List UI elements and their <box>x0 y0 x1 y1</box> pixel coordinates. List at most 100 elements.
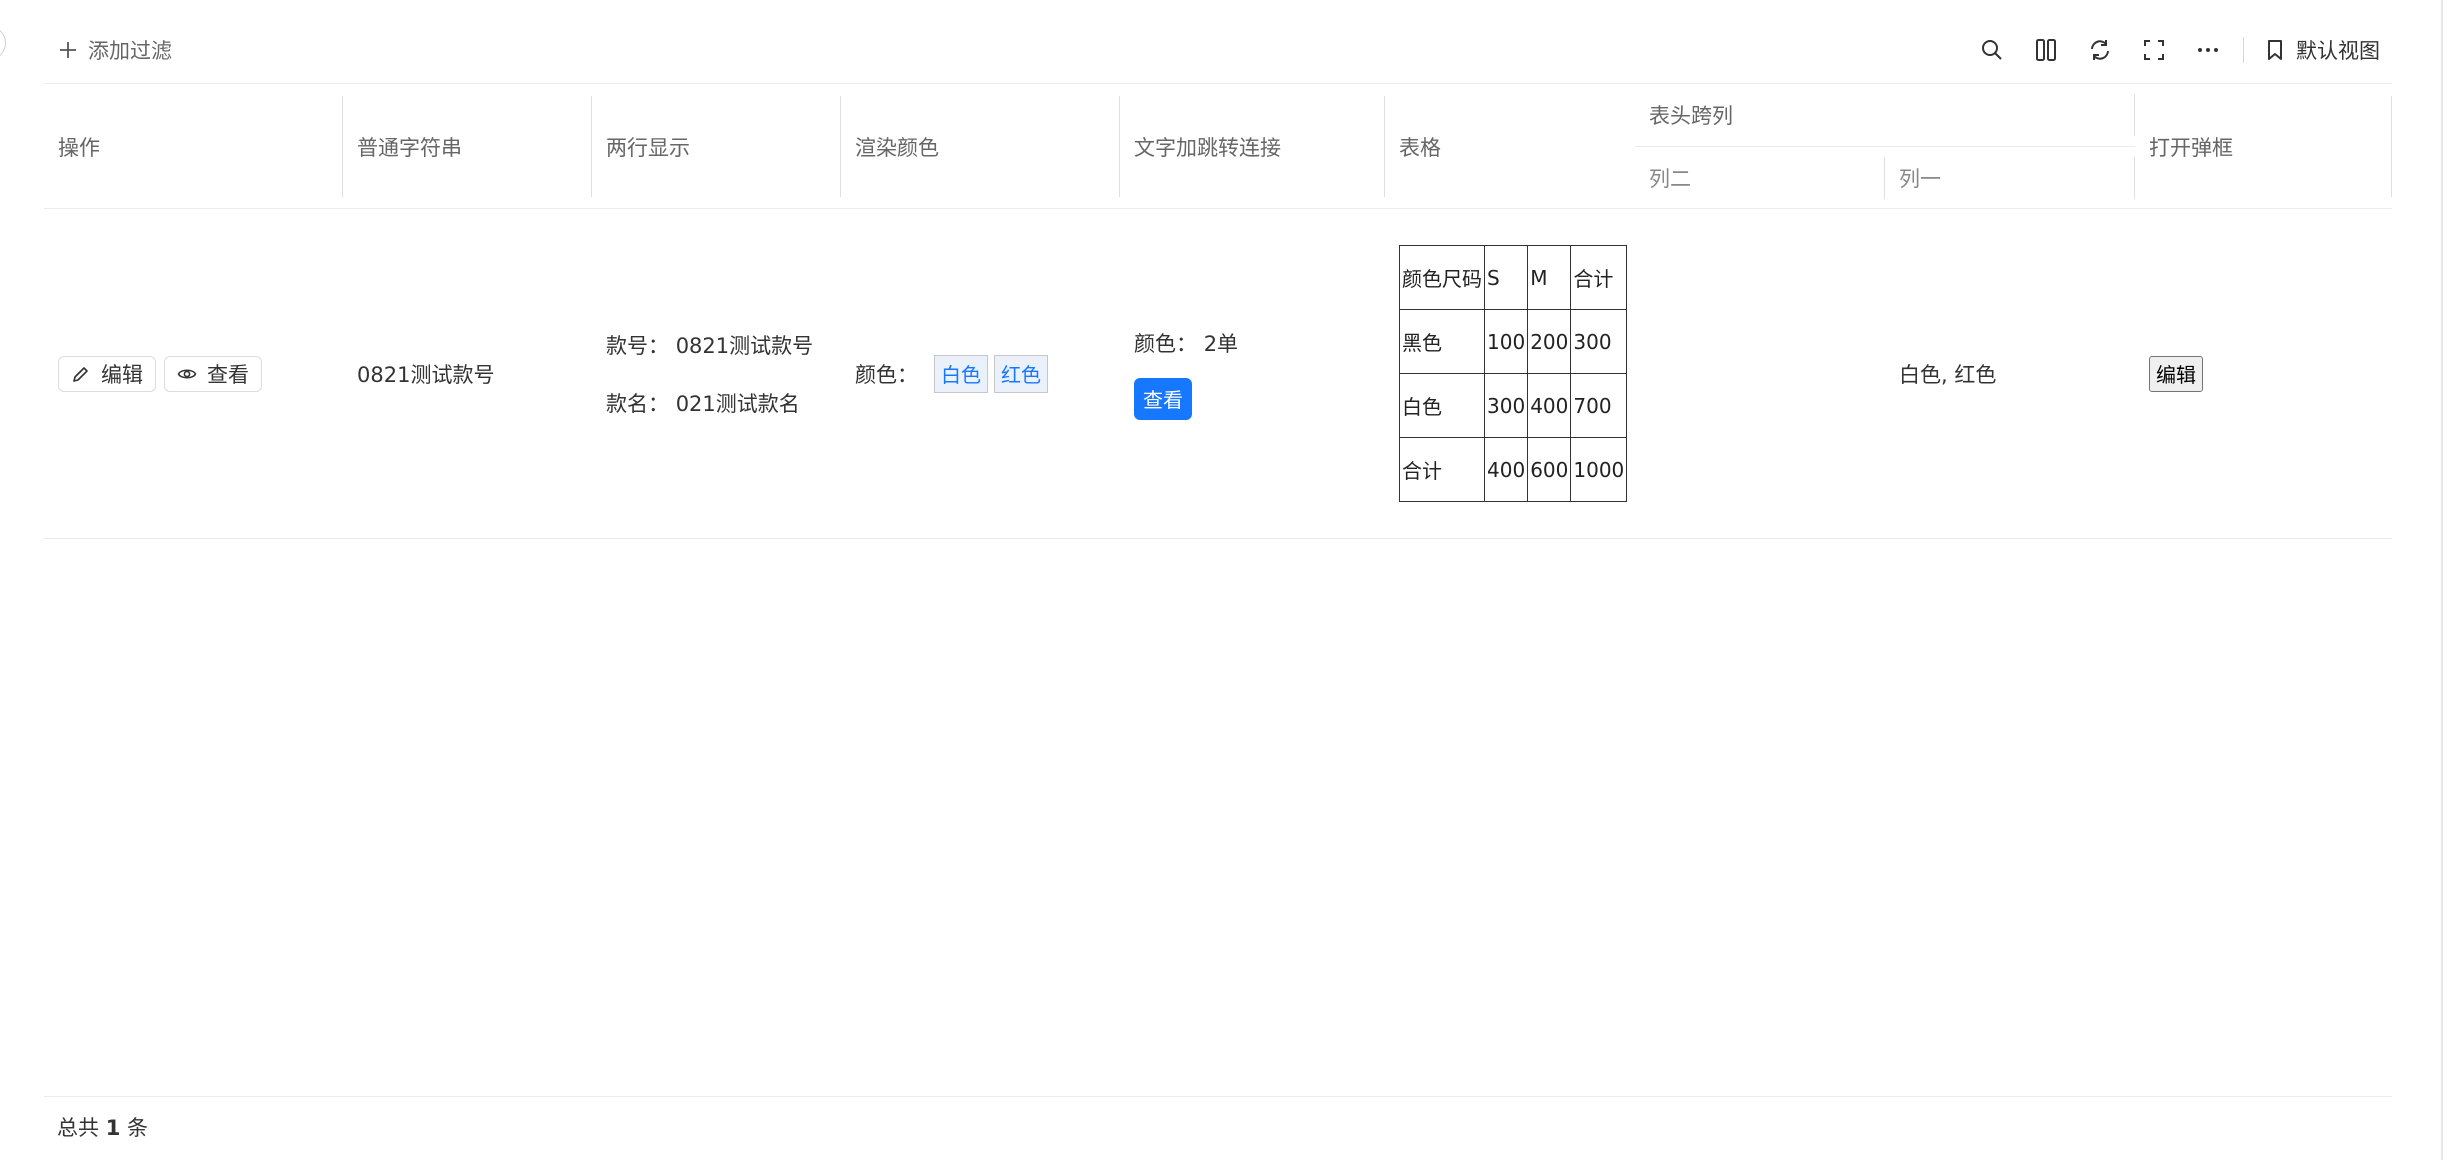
column-settings-button[interactable] <box>2019 26 2073 74</box>
view-button[interactable]: 查看 <box>164 355 262 392</box>
header-two-lines: 两行显示 <box>592 84 841 209</box>
search-icon <box>1982 40 2002 60</box>
mini-table-cell: 合计 <box>1570 245 1628 310</box>
style-number-label: 款号： <box>606 333 669 358</box>
color-tag-red[interactable]: 红色 <box>994 354 1048 393</box>
mini-table-cell: 合计 <box>1399 437 1485 502</box>
collapsed-panel-handle[interactable] <box>0 26 6 60</box>
mini-table-cell: 颜色尺码 <box>1399 245 1485 310</box>
cell-plain-string: 0821测试款号 <box>343 209 592 538</box>
header-render-color: 渲染颜色 <box>841 84 1120 209</box>
table-header: 操作 普通字符串 两行显示 渲染颜色 文字加跳转连接 表格 表头跨列 列二 列一… <box>44 83 2392 209</box>
header-col-one: 列一 <box>1885 147 2135 209</box>
total-suffix: 条 <box>127 1116 148 1140</box>
cell-two-lines: 款号： 0821测试款号 款名： 021测试款名 <box>592 209 841 538</box>
header-span-group-label: 表头跨列 <box>1649 104 1733 128</box>
toolbar-tools: 默认视图 <box>1965 26 2392 74</box>
data-table: 操作 普通字符串 两行显示 渲染颜色 文字加跳转连接 表格 表头跨列 列二 列一… <box>44 83 2392 539</box>
mini-table-cell: 400 <box>1527 373 1572 438</box>
style-name-line: 款名： 021测试款名 <box>606 388 813 418</box>
cell-op: 编辑 查看 <box>44 209 343 538</box>
bookmark-icon <box>2268 40 2282 60</box>
mini-table-cell: 100 <box>1483 309 1529 374</box>
header-col-one-label: 列一 <box>1899 167 1941 191</box>
view-link-button[interactable]: 查看 <box>1134 377 1192 420</box>
total-prefix: 总共 <box>57 1116 99 1140</box>
header-table: 表格 <box>1385 84 1635 209</box>
header-plain-string: 普通字符串 <box>343 84 592 209</box>
header-text-link: 文字加跳转连接 <box>1120 84 1385 209</box>
vertical-scrollbar[interactable] <box>2441 0 2443 1160</box>
cell-col-two <box>1635 209 1885 538</box>
header-op-label: 操作 <box>58 135 100 160</box>
mini-table-cell: 300 <box>1570 309 1628 374</box>
plain-string-value: 0821测试款号 <box>357 362 495 387</box>
footer-divider <box>44 1096 2392 1097</box>
mini-table-cell: M <box>1527 245 1572 310</box>
header-text-link-label: 文字加跳转连接 <box>1134 135 1281 160</box>
mini-table-cell: 1000 <box>1570 437 1628 502</box>
mini-table-cell: 600 <box>1527 437 1572 502</box>
cell-open-dialog: 编辑 <box>2135 209 2392 538</box>
cell-render-color: 颜色： 白色 红色 <box>841 209 1120 538</box>
mini-table-row: 颜色尺码 S M 合计 <box>1399 245 1628 310</box>
style-name-label: 款名： <box>606 391 669 416</box>
header-span-group: 表头跨列 <box>1635 84 2135 147</box>
style-name-value: 021测试款名 <box>675 391 800 416</box>
cell-table: 颜色尺码 S M 合计 黑色 100 200 300 白色 300 400 70… <box>1385 209 1635 538</box>
header-plain-string-label: 普通字符串 <box>357 135 462 160</box>
order-count-value: 2单 <box>1203 331 1239 356</box>
more-icon <box>2198 48 2218 52</box>
toolbar-divider <box>2243 37 2244 63</box>
cell-text-link: 颜色： 2单 查看 <box>1120 209 1385 538</box>
plus-icon <box>60 42 76 58</box>
style-number-line: 款号： 0821测试款号 <box>606 330 813 360</box>
fullscreen-icon <box>2144 40 2164 60</box>
color-label: 颜色： <box>855 362 918 387</box>
default-view-button[interactable]: 默认视图 <box>2252 35 2392 65</box>
color-tag-white[interactable]: 白色 <box>934 354 988 393</box>
header-op: 操作 <box>44 84 343 209</box>
more-button[interactable] <box>2181 26 2235 74</box>
refresh-icon <box>2091 40 2109 60</box>
view-button-label: 查看 <box>207 363 249 387</box>
order-count-text: 颜色： 2单 <box>1134 328 1238 358</box>
total-count: 1 <box>105 1116 121 1140</box>
mini-table-cell: S <box>1483 245 1529 310</box>
edit-button[interactable]: 编辑 <box>58 355 156 392</box>
add-filter-button[interactable]: 添加过滤 <box>44 35 186 65</box>
table-toolbar: 添加过滤 默认视图 <box>44 26 2392 74</box>
refresh-button[interactable] <box>2073 26 2127 74</box>
mini-table-row: 黑色 100 200 300 <box>1399 309 1628 374</box>
mini-table-cell: 白色 <box>1399 373 1485 438</box>
mini-table-cell: 300 <box>1483 373 1529 438</box>
mini-table-cell: 黑色 <box>1399 309 1485 374</box>
search-button[interactable] <box>1965 26 2019 74</box>
edit-button-label: 编辑 <box>101 363 143 387</box>
text-link-block: 颜色： 2单 查看 <box>1134 328 1238 420</box>
size-color-table: 颜色尺码 S M 合计 黑色 100 200 300 白色 300 400 70… <box>1399 245 1628 502</box>
mini-table-cell: 200 <box>1527 309 1572 374</box>
pagination-total: 总共 1 条 <box>57 1112 148 1142</box>
add-filter-label: 添加过滤 <box>88 39 172 63</box>
col-one-value: 白色, 红色 <box>1899 362 1997 387</box>
header-open-dialog: 打开弹框 <box>2135 84 2392 209</box>
two-lines-block: 款号： 0821测试款号 款名： 021测试款名 <box>606 330 813 418</box>
mini-table-row: 合计 400 600 1000 <box>1399 437 1628 502</box>
header-two-lines-label: 两行显示 <box>606 135 690 160</box>
default-view-label: 默认视图 <box>2296 39 2380 63</box>
header-col-two: 列二 <box>1635 147 1885 209</box>
header-render-color-label: 渲染颜色 <box>855 135 939 160</box>
eye-icon <box>177 368 197 379</box>
mini-table-cell: 700 <box>1570 373 1628 438</box>
order-count-label: 颜色： <box>1134 331 1197 356</box>
table-row: 编辑 查看 0821测试款号 款号： 0821测试款号 款名： 021测试款名 <box>44 209 2392 539</box>
mini-table-cell: 400 <box>1483 437 1529 502</box>
page-root: 添加过滤 默认视图 操作 普通字符串 两行显示 渲染颜色 文字加跳转连接 表格 … <box>0 0 2447 1160</box>
style-number-value: 0821测试款号 <box>675 333 814 358</box>
header-open-dialog-label: 打开弹框 <box>2149 135 2233 160</box>
columns-icon <box>2036 39 2056 61</box>
fullscreen-button[interactable] <box>2127 26 2181 74</box>
pencil-icon <box>73 366 88 382</box>
open-dialog-edit-button[interactable]: 编辑 <box>2149 355 2203 392</box>
